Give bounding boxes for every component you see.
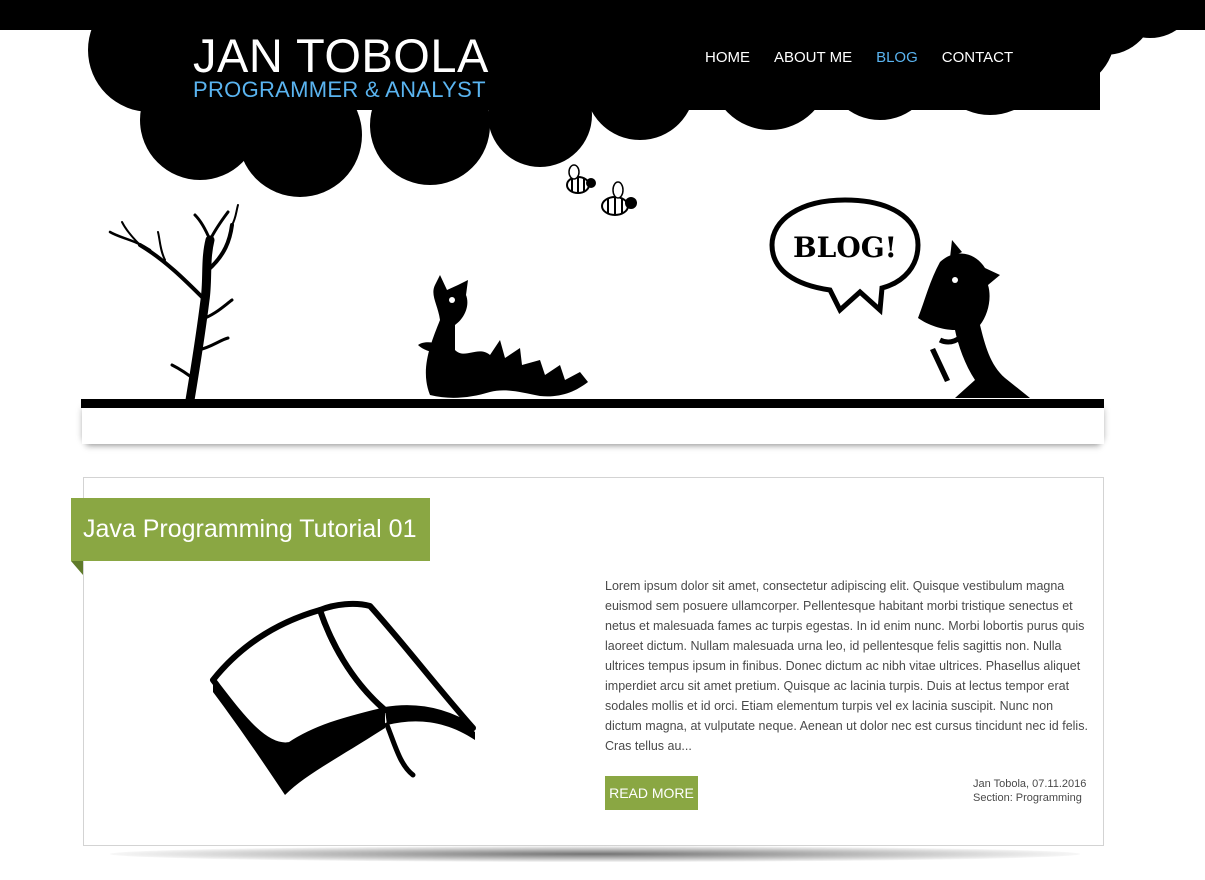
ribbon-fold [71,561,83,575]
site-branding: JAN TOBOLA PROGRAMMER & ANALYST [193,30,489,102]
site-name: JAN TOBOLA [193,29,489,82]
post-meta: Jan Tobola, 07.11.2016 Section: Programm… [973,777,1086,805]
ground-shelf [82,404,1104,444]
post-excerpt: Lorem ipsum dolor sit amet, consectetur … [605,579,1088,753]
post-title[interactable]: Java Programming Tutorial 01 [83,515,416,544]
bee-icon [601,181,637,216]
nav-blog[interactable]: BLOG [876,49,918,66]
post-title-ribbon[interactable]: Java Programming Tutorial 01 [71,498,431,561]
post-section: Section: Programming [973,792,1082,804]
card-shadow [110,846,1080,862]
post-author-date: Jan Tobola, 07.11.2016 [973,778,1087,790]
nav-contact[interactable]: CONTACT [942,49,1013,66]
bee-icon [566,164,596,194]
open-book-icon [210,600,476,795]
main-navigation: HOME ABOUT ME BLOG CONTACT [705,49,1013,66]
ground-line [81,399,1104,408]
read-more-button[interactable]: READ MORE [605,776,698,810]
speech-bubble-text: BLOG! [793,231,897,264]
speech-bubble: BLOG! [769,197,921,316]
goblin-icon [918,240,1030,398]
nav-home[interactable]: HOME [705,49,750,66]
nav-about-me[interactable]: ABOUT ME [774,49,852,66]
hero-illustration: BLOG! [108,164,1030,405]
worm-monster-icon [418,275,588,398]
site-subtitle: PROGRAMMER & ANALYST [193,77,486,102]
bare-tree-icon [108,204,239,405]
